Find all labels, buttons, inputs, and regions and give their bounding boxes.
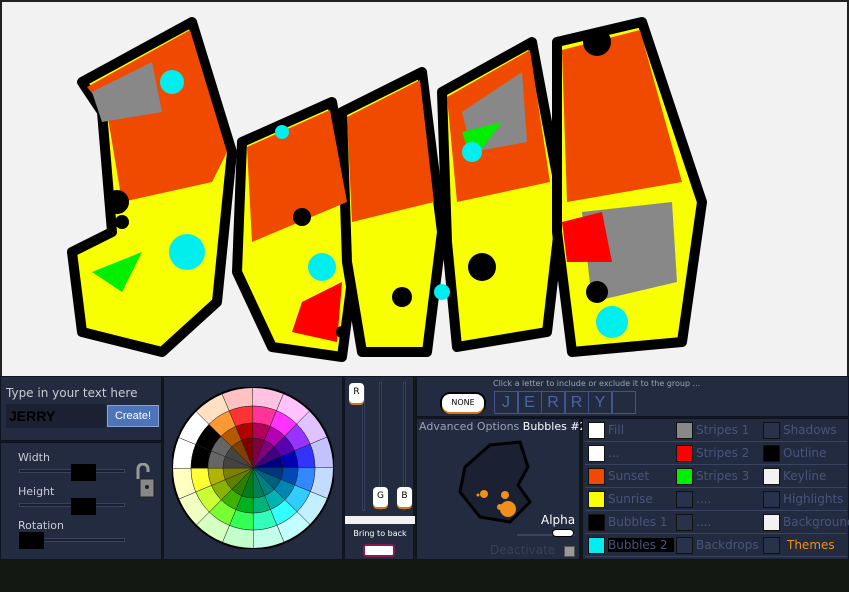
layer-color-swatch[interactable] — [588, 422, 605, 439]
letter-toggle[interactable] — [611, 391, 636, 414]
layer-color-swatch[interactable] — [676, 422, 693, 439]
layer-color-swatch[interactable] — [763, 537, 780, 554]
red-slider-handle[interactable]: R — [349, 383, 364, 403]
layer-color-swatch[interactable] — [676, 537, 693, 554]
layer-item[interactable]: Shadows — [783, 423, 837, 437]
deactivate-checkbox[interactable] — [564, 546, 575, 557]
layer-item[interactable]: Bubbles 1 — [608, 515, 668, 529]
layer-color-swatch[interactable] — [763, 514, 780, 531]
graffiti-canvas[interactable] — [0, 0, 849, 376]
letter-toggle[interactable]: J — [494, 391, 518, 414]
layer-row: Bubbles 1.... Background — [585, 511, 849, 534]
layer-color-swatch[interactable] — [676, 468, 693, 485]
blue-slider-handle[interactable]: B — [397, 487, 412, 507]
layer-item[interactable]: Highlights — [783, 492, 843, 506]
red-slider[interactable] — [362, 387, 365, 511]
layer-row: Bubbles 2 Backdrops Themes — [585, 534, 847, 557]
text-input[interactable] — [6, 404, 106, 428]
layer-item[interactable]: .... — [696, 492, 711, 506]
text-input-label: Type in your text here — [6, 386, 138, 400]
layer-color-swatch[interactable] — [763, 422, 780, 439]
letter-toggle[interactable]: Y — [588, 391, 612, 414]
layer-row: ... Stripes 2 Outline — [585, 442, 847, 465]
layer-color-swatch[interactable] — [588, 491, 605, 508]
layer-item[interactable]: ... — [608, 446, 619, 460]
layer-item[interactable]: Sunrise — [608, 492, 653, 506]
color-preview — [345, 516, 415, 524]
none-button[interactable]: NONE — [442, 394, 484, 412]
transform-panel: Width Height Rotation — [0, 442, 162, 560]
advanced-options-label: Advanced Options Bubbles #2 — [419, 420, 587, 433]
layer-item[interactable]: Fill — [608, 423, 624, 437]
width-label: Width — [18, 451, 50, 464]
layer-color-swatch[interactable] — [676, 491, 693, 508]
layer-item[interactable]: Stripes 1 — [696, 423, 749, 437]
padlock-open-icon[interactable] — [134, 463, 158, 501]
color-wheel[interactable] — [172, 387, 334, 549]
height-slider-handle[interactable] — [71, 498, 96, 515]
deactivate-label: Deactivate — [490, 543, 556, 557]
layer-item[interactable]: Stripes 3 — [696, 469, 749, 483]
layer-item[interactable]: Outline — [783, 446, 826, 460]
letter-toggle[interactable]: R — [564, 391, 589, 414]
layer-item[interactable]: Bubbles 2 — [608, 538, 674, 552]
selected-layer: Bubbles #2 — [522, 420, 587, 433]
layer-row: Sunset Stripes 3 Keyline — [585, 465, 847, 488]
layer-color-swatch[interactable] — [588, 537, 605, 554]
layer-item[interactable]: Sunset — [608, 469, 649, 483]
bring-to-back-button[interactable] — [363, 544, 395, 557]
layer-preview — [458, 440, 532, 524]
layer-item[interactable]: Backdrops — [696, 538, 759, 552]
layer-color-swatch[interactable] — [588, 445, 605, 462]
layer-item[interactable]: .... — [696, 515, 711, 529]
rotation-slider-handle[interactable] — [19, 532, 44, 549]
alpha-label: Alpha — [541, 513, 576, 527]
text-panel: Type in your text here Create! — [0, 376, 162, 441]
group-tip: Click a letter to include or exclude it … — [493, 379, 701, 388]
width-slider-handle[interactable] — [71, 464, 96, 481]
layer-item[interactable]: Background — [783, 515, 849, 529]
layer-color-swatch[interactable] — [676, 514, 693, 531]
layer-row: Sunrise.... Highlights — [585, 488, 847, 511]
color-wheel-panel — [163, 376, 343, 560]
letter-group-panel: Click a letter to include or exclude it … — [416, 376, 849, 417]
letter-toggle[interactable]: E — [517, 391, 542, 414]
advanced-options-panel: Advanced Options Bubbles #2 Alpha Deacti… — [416, 418, 587, 560]
layer-item[interactable]: Themes — [787, 538, 835, 552]
green-slider-handle[interactable]: G — [373, 487, 388, 507]
layer-color-swatch[interactable] — [588, 468, 605, 485]
layer-color-swatch[interactable] — [676, 445, 693, 462]
advanced-label: Advanced Options — [419, 420, 520, 433]
rgb-panel: R G B Bring to back — [344, 376, 415, 560]
height-label: Height — [18, 485, 55, 498]
graffiti-artwork — [67, 17, 707, 362]
alpha-slider-handle[interactable] — [552, 529, 574, 537]
layer-color-swatch[interactable] — [763, 491, 780, 508]
layer-color-swatch[interactable] — [763, 468, 780, 485]
letter-toggle[interactable]: R — [541, 391, 565, 414]
layer-item[interactable]: Stripes 2 — [696, 446, 749, 460]
create-button[interactable]: Create! — [107, 405, 159, 427]
layer-color-swatch[interactable] — [763, 445, 780, 462]
layer-list-panel: Fill Stripes 1 Shadows... Stripes 2 Outline S… — [582, 418, 849, 560]
layer-color-swatch[interactable] — [588, 514, 605, 531]
bring-to-back-label: Bring to back — [353, 529, 407, 538]
layer-row: Fill Stripes 1 Shadows — [585, 419, 847, 442]
rotation-label: Rotation — [18, 519, 65, 532]
layer-item[interactable]: Keyline — [783, 469, 826, 483]
